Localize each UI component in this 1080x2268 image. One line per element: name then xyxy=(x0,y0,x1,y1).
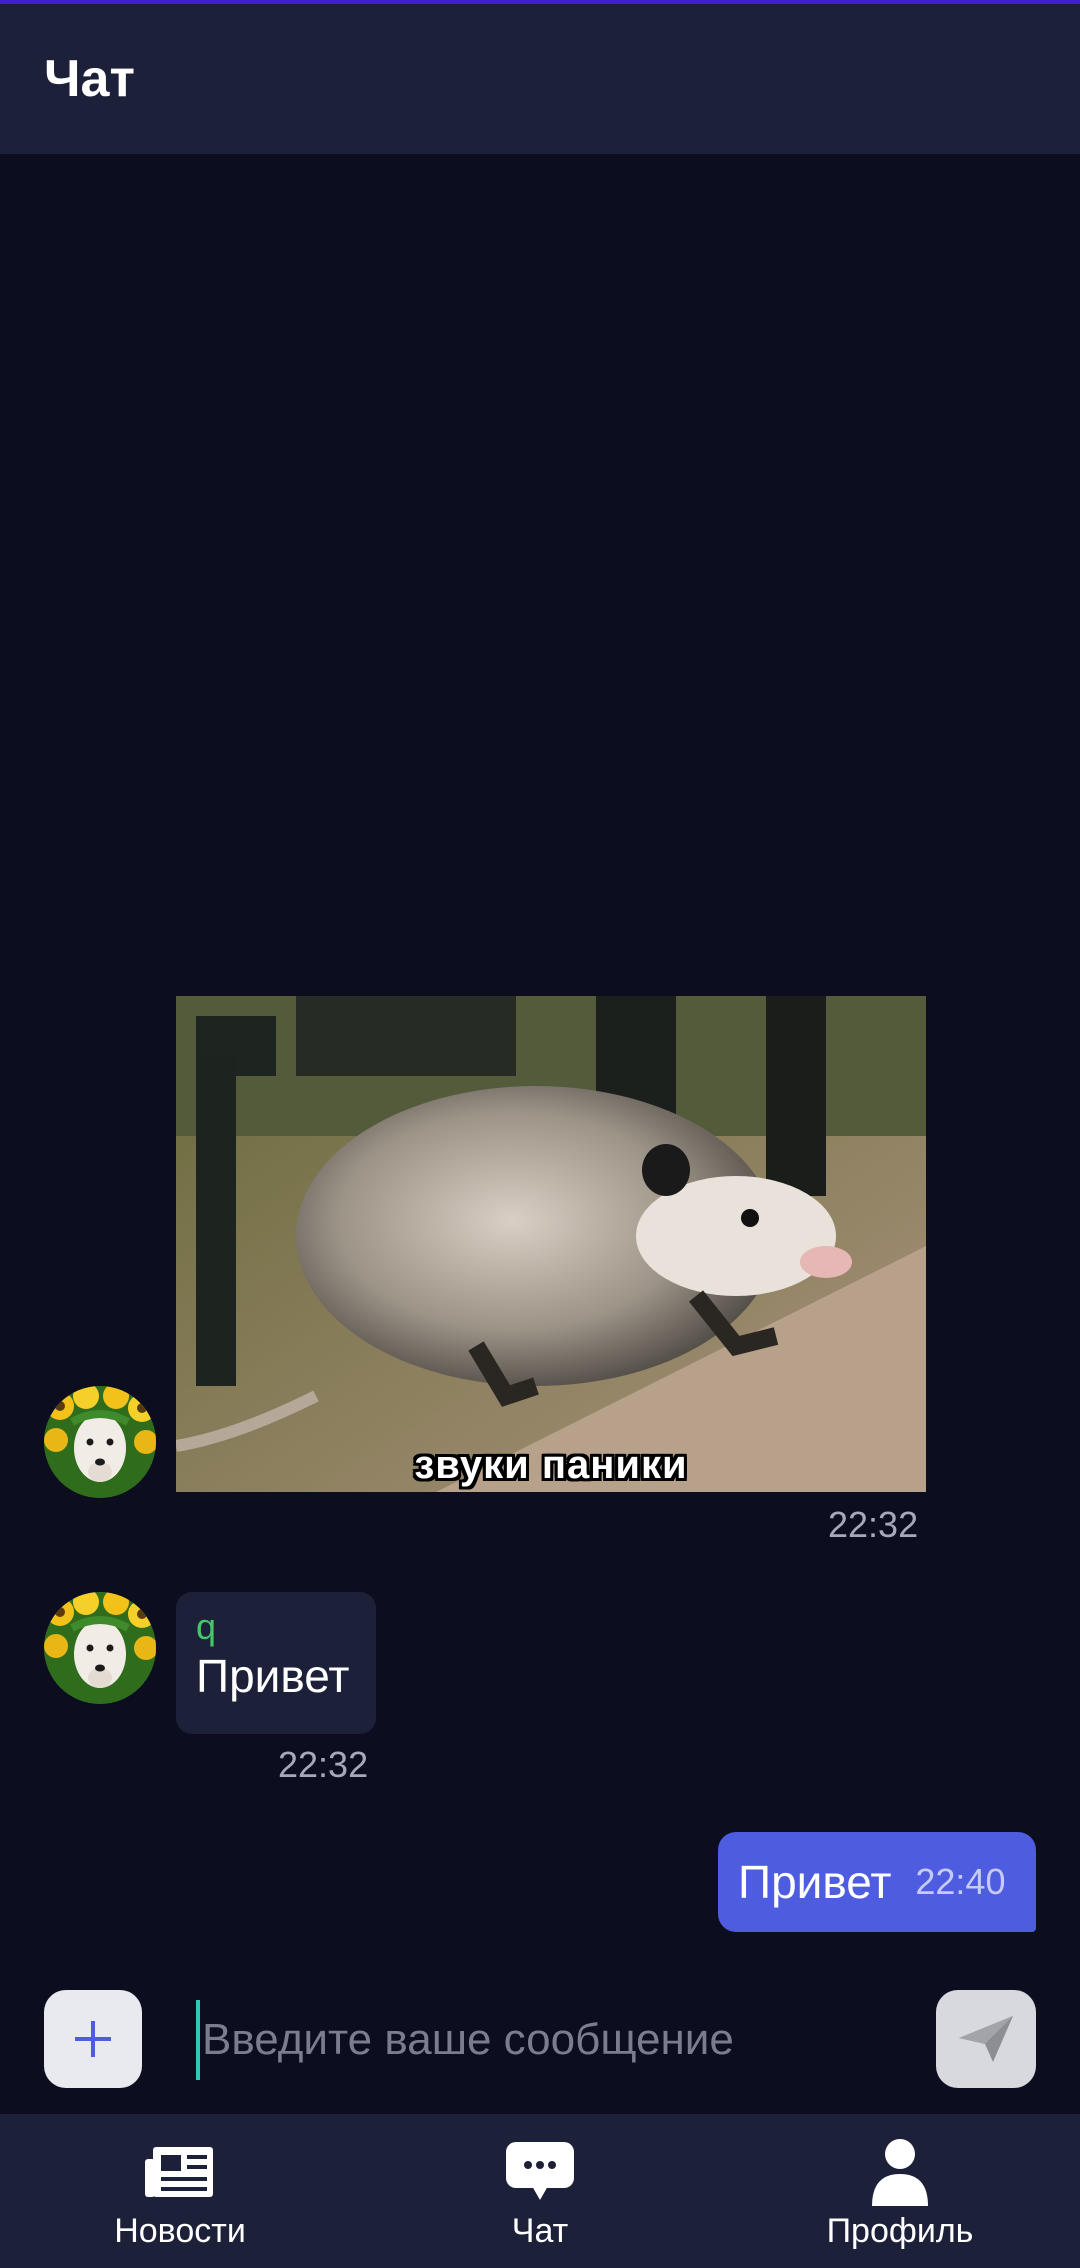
message-input[interactable] xyxy=(196,2000,876,2080)
nav-label: Новости xyxy=(114,2212,246,2250)
message-author: q xyxy=(196,1606,217,1647)
newspaper-icon xyxy=(145,2147,213,2197)
chat-area[interactable]: 30 апреля 2021 xyxy=(0,154,1080,1980)
outgoing-message-bubble[interactable]: Привет 22:40 xyxy=(718,1832,1036,1932)
message-time: 22:40 xyxy=(915,1861,1006,1902)
message-text: Привет xyxy=(738,1856,892,1908)
add-attachment-button[interactable] xyxy=(44,1990,142,2088)
bottom-navigation: Новости Чат Профиль xyxy=(0,2114,1080,2268)
nav-item-news[interactable]: Новости xyxy=(0,2114,360,2268)
app-bar: Чат xyxy=(0,4,1080,154)
send-icon xyxy=(959,2016,1013,2062)
image-message[interactable]: звуки паники xyxy=(176,996,926,1492)
opossum-photo-icon xyxy=(176,996,926,1492)
nav-label: Профиль xyxy=(826,2212,974,2250)
message-time: 22:32 xyxy=(828,1504,919,1545)
avatar[interactable] xyxy=(44,1592,156,1704)
page-title: Чат xyxy=(44,50,135,108)
nav-label: Чат xyxy=(511,2212,569,2250)
nav-item-profile[interactable]: Профиль xyxy=(720,2114,1080,2268)
incoming-message-bubble[interactable]: q Привет xyxy=(176,1592,376,1734)
plus-icon xyxy=(75,2021,111,2057)
message-composer xyxy=(0,1980,1080,2114)
chat-bubble-icon xyxy=(506,2142,574,2200)
person-icon xyxy=(872,2139,928,2206)
message-time: 22:32 xyxy=(278,1744,369,1785)
avatar[interactable] xyxy=(44,1386,156,1498)
image-caption: звуки паники xyxy=(414,1443,688,1487)
send-button[interactable] xyxy=(936,1990,1036,2088)
nav-item-chat[interactable]: Чат xyxy=(360,2114,720,2268)
message-text: Привет xyxy=(196,1650,350,1702)
